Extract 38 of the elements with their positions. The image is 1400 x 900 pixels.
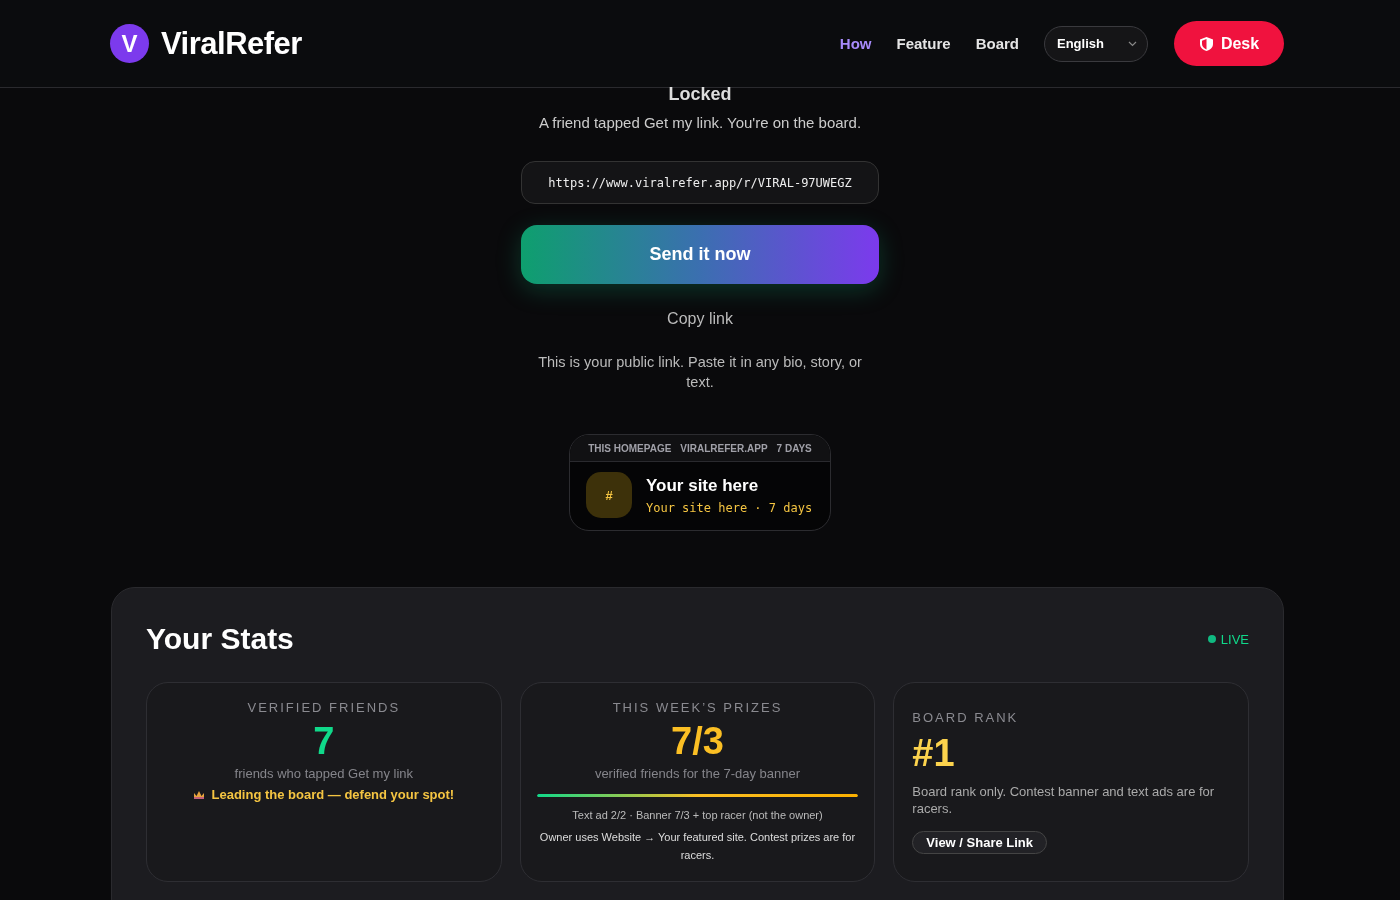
crown-icon [193,789,206,800]
stat-value: 7 [313,719,335,763]
stats-title: Your Stats [146,622,294,656]
status-title: Locked [668,88,732,100]
nav-link[interactable]: Feature [896,35,951,52]
stat-value: #1 [912,731,955,775]
prize-detail: Text ad 2/2 · Banner 7/3 + top racer (not the owner) [572,808,823,823]
send-button[interactable]: Send it now [521,225,879,284]
live-dot-icon [1207,635,1216,643]
view-share-button[interactable]: View / Share Link [912,831,1048,854]
brand-name: ViralRefer [161,25,302,62]
stat-label: THIS WEEK’S PRIZES [612,700,783,715]
prize-note: Owner uses Website → Your featured site. Contest prizes are for racers. [538,830,857,863]
ad-badge: # [586,472,632,518]
logo-badge: V [110,24,149,63]
ad-tag: THIS HOMEPAGE [588,443,672,454]
desk-button[interactable]: Desk [1174,21,1284,66]
stat-caption: verified friends for the 7-day banner [594,765,801,782]
shield-icon [1198,35,1214,52]
ad-tag: 7 DAYS [776,443,812,454]
status-message: A friend tapped Get my link. You're on the board. [538,114,862,131]
live-label: LIVE [1220,631,1249,647]
ad-tag: VIRALREFER.APP [680,443,768,454]
link-note: This is your public link. Paste it in any bio, story, or text. [537,353,863,392]
language-select[interactable]: English [1044,25,1148,62]
copy-link[interactable]: Copy link [667,310,733,328]
ad-title: Your site here [646,475,760,496]
referral-link-field[interactable]: https://www.viralrefer.app/r/VIRAL-97UWEGZ [521,161,879,204]
stat-label: VERIFIED FRIENDS [247,700,401,715]
leader-note: Leading the board — defend your spot! [211,787,455,802]
nav-link[interactable]: Board [975,35,1019,52]
chevron-icon [1128,40,1137,47]
stat-caption: friends who tapped Get my link [234,765,414,782]
stat-caption: Board rank only. Contest banner and text ads are for racers. [912,783,1216,817]
stat-label: BOARD RANK [912,710,1019,725]
nav-link[interactable]: How [839,35,872,52]
ad-subtitle: Your site here · 7 days [646,500,813,515]
stat-value: 7/3 [671,719,724,763]
